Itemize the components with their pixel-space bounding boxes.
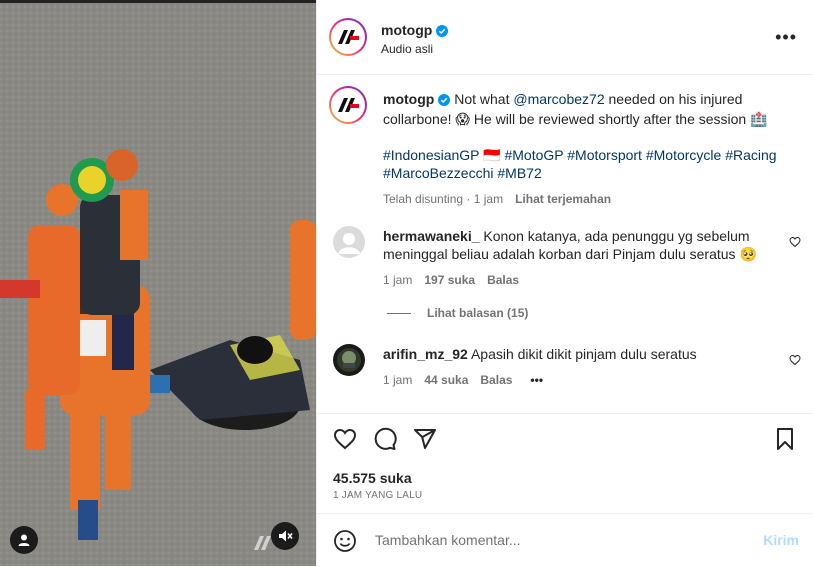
post-caption: motogp Not what @marcobez72 needed on hi… [383, 90, 783, 208]
avatar[interactable] [329, 18, 367, 56]
muted-speaker-icon[interactable] [271, 522, 299, 550]
comment-heart-icon[interactable] [789, 353, 801, 371]
post-header: motogp Audio asli ••• [317, 0, 813, 75]
comment-username[interactable]: arifin_mz_92 [383, 346, 468, 362]
verified-badge-icon [438, 92, 451, 110]
comment-text: Apasih dikit dikit pinjam dulu seratus [470, 346, 697, 362]
video-player[interactable] [0, 0, 316, 566]
reply-button[interactable]: Balas [480, 373, 512, 387]
comment-input[interactable] [373, 531, 737, 549]
post-timestamp: 1 JAM YANG LALU [333, 490, 423, 501]
comment-item: hermawaneki_ Konon katanya, ada penunggu… [383, 227, 783, 289]
comment-avatar[interactable] [333, 226, 365, 258]
comment-item: arifin_mz_92 Apasih dikit dikit pinjam d… [383, 345, 783, 389]
motogp-logo-icon [338, 30, 359, 44]
view-replies-label: Lihat balasan (15) [427, 306, 529, 320]
caption-avatar[interactable] [329, 86, 367, 124]
post-comment-button[interactable]: Kirim [763, 532, 799, 548]
view-replies-button[interactable]: Lihat balasan (15) [387, 306, 528, 320]
motogp-logo-icon [338, 98, 359, 112]
reply-button[interactable]: Balas [487, 273, 519, 287]
comment-likes[interactable]: 197 suka [424, 273, 475, 287]
comments-section[interactable]: motogp Not what @marcobez72 needed on hi… [317, 74, 813, 413]
verified-badge-icon [436, 24, 449, 42]
header-username[interactable]: motogp [381, 22, 432, 38]
marshal-figure-right [290, 220, 316, 340]
hashtags-line-2[interactable]: #MarcoBezzecchi #MB72 [383, 164, 783, 182]
comment-composer: Kirim [317, 513, 813, 567]
emoji-icon[interactable] [333, 529, 357, 558]
post-actions: 45.575 suka 1 JAM YANG LALU [317, 413, 813, 514]
hashtags-line-1[interactable]: #IndonesianGP 🇮🇩 #MotoGP #Motorsport #Mo… [383, 146, 783, 164]
likes-count[interactable]: 45.575 suka [333, 470, 412, 486]
edited-label: Telah disunting · 1 jam [383, 192, 504, 206]
audio-label[interactable]: Audio asli [381, 42, 433, 56]
mention-link[interactable]: @marcobez72 [513, 91, 604, 107]
comment-avatar[interactable] [333, 344, 365, 376]
post-panel: motogp Audio asli ••• motogp Not what @m… [316, 0, 813, 566]
comment-heart-icon[interactable] [789, 235, 801, 253]
video-frame [0, 0, 316, 566]
comment-likes[interactable]: 44 suka [424, 373, 468, 387]
caption-username[interactable]: motogp [383, 91, 434, 107]
more-options-icon[interactable]: ••• [775, 28, 797, 46]
comment-time: 1 jam [383, 273, 413, 287]
user-icon[interactable] [10, 526, 38, 554]
replies-divider [387, 313, 411, 315]
comment-more-icon[interactable]: ••• [530, 373, 543, 387]
translate-link[interactable]: Lihat terjemahan [515, 192, 611, 206]
comment-icon[interactable] [373, 427, 397, 456]
comment-time: 1 jam [383, 373, 413, 387]
heart-icon[interactable] [333, 427, 357, 456]
bookmark-icon[interactable] [773, 427, 797, 456]
comment-username[interactable]: hermawaneki_ [383, 228, 480, 244]
caption-text-before: Not what [454, 91, 514, 107]
share-icon[interactable] [413, 427, 437, 456]
top-strip [0, 0, 316, 3]
